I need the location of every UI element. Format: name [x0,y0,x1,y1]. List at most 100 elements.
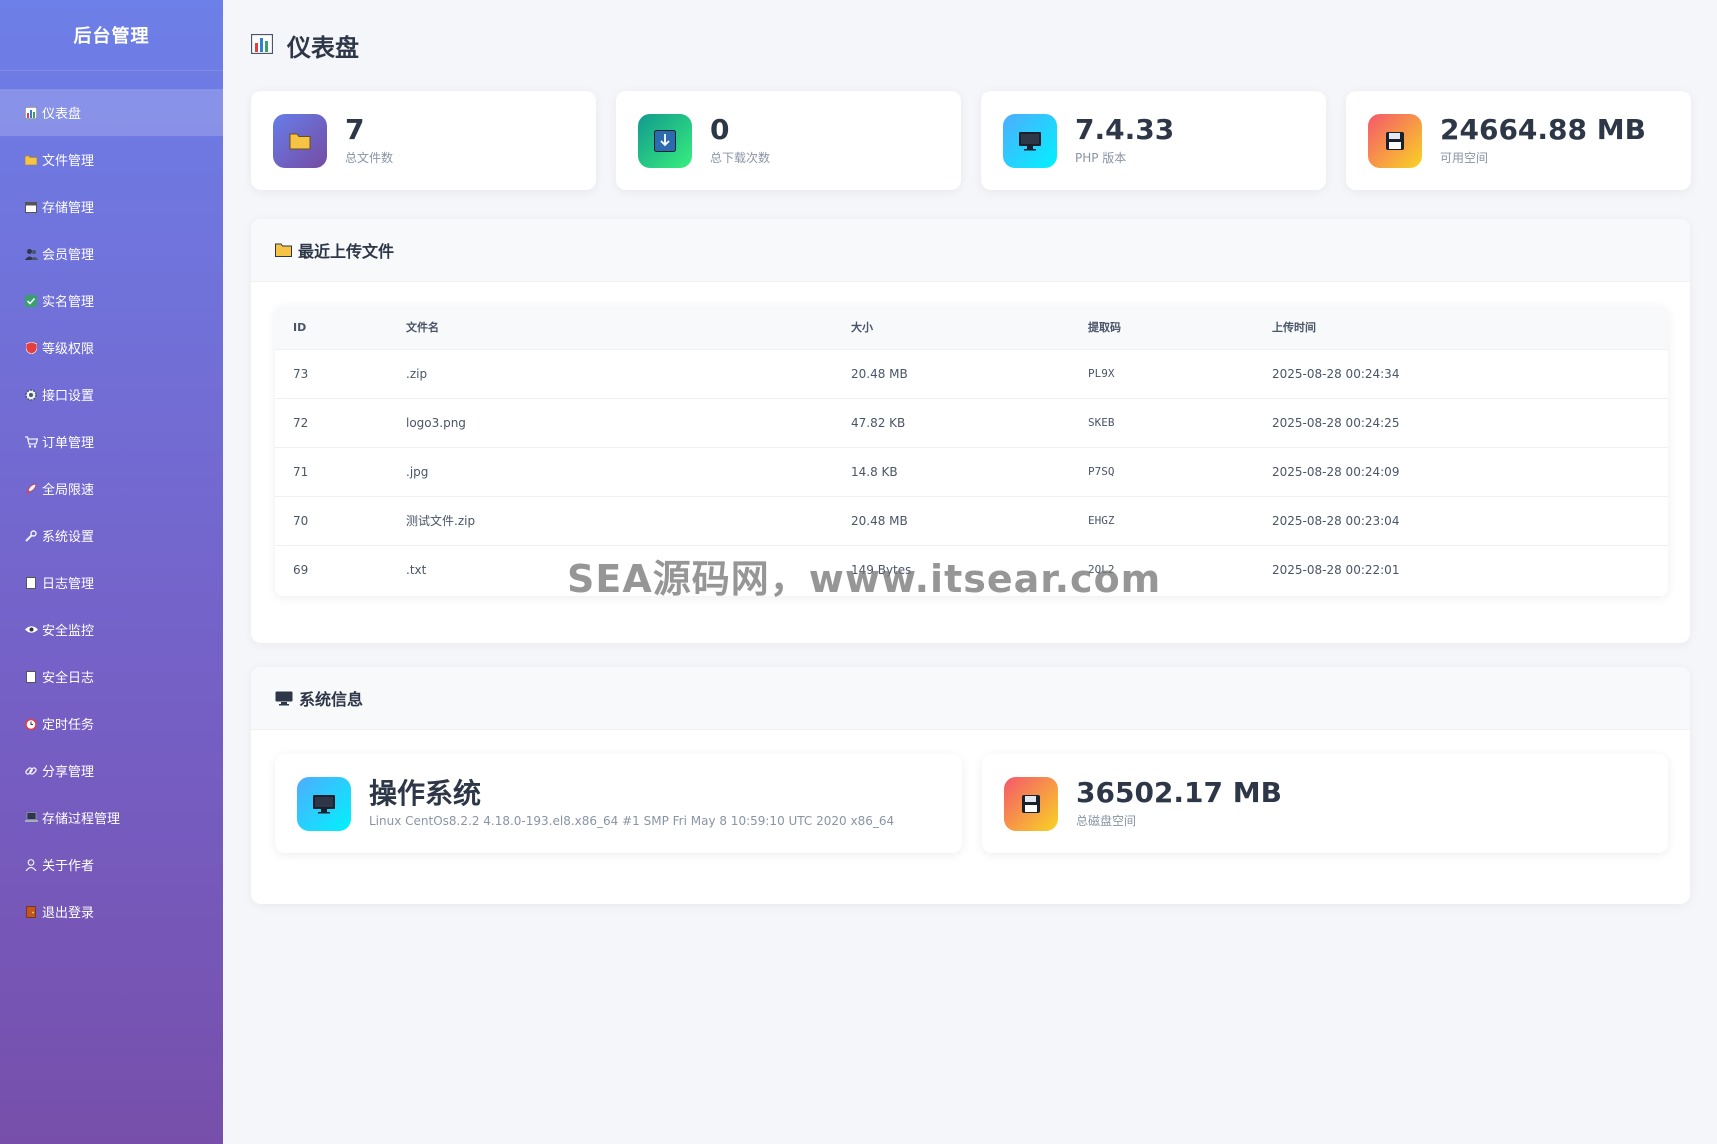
folder-icon [273,113,327,168]
sidebar-item-label: 安全监控 [42,624,95,639]
sidebar-item-logs[interactable]: 日志管理 [0,559,223,606]
sidebar-item-label: 存储管理 [42,201,95,216]
bar-chart-icon [250,32,274,60]
sidebar-item-security-monitor[interactable]: 安全监控 [0,606,223,653]
sidebar-item-levels[interactable]: 等级权限 [0,324,223,371]
sidebar-item-label: 等级权限 [42,342,95,357]
disk-value: 36502.17 MB [1076,775,1282,809]
folder-icon [275,243,292,257]
check-box-icon [24,294,38,308]
stat-label: PHP 版本 [1075,151,1127,166]
document-icon [24,576,38,590]
page-title: 仪表盘 [250,28,359,63]
watermark: SEA源码网，www.itsear.com [567,557,1162,601]
wrench-icon [24,529,38,543]
rocket-icon [24,482,38,496]
sidebar-item-members[interactable]: 会员管理 [0,230,223,277]
laptop-icon [24,811,38,825]
sidebar-item-realname[interactable]: 实名管理 [0,277,223,324]
sidebar-item-storage[interactable]: 存储管理 [0,183,223,230]
stat-value: 7 [345,112,365,146]
stat-label: 总下载次数 [710,151,771,166]
cell-code: P7SQ [1088,446,1272,496]
users-icon [24,247,38,261]
sidebar-item-label: 实名管理 [42,295,95,310]
table-row[interactable]: 70 测试文件.zip 20.48 MB EHGZ 2025-08-28 00:… [275,495,1668,545]
sidebar-item-label: 日志管理 [42,577,95,592]
cell-code: SKEB [1088,397,1272,447]
sidebar-item-cron[interactable]: 定时任务 [0,700,223,747]
sidebar-item-label: 分享管理 [42,765,95,780]
shield-icon [24,341,38,355]
sidebar-item-orders[interactable]: 订单管理 [0,418,223,465]
cell-filename: logo3.png [406,397,851,447]
user-icon [24,858,38,872]
page-title-text: 仪表盘 [287,34,359,62]
stat-label: 可用空间 [1440,151,1489,166]
cell-filename: .zip [406,348,851,398]
sidebar-item-settings[interactable]: 系统设置 [0,512,223,559]
column-header: 提取码 [1088,321,1121,335]
floppy-disk-icon [1368,113,1422,168]
stat-card-php: 7.4.33 PHP 版本 [981,91,1326,190]
stat-card-files: 7 总文件数 [251,91,596,190]
cell-time: 2025-08-28 00:23:04 [1272,495,1668,545]
panel-title: 最近上传文件 [298,242,395,261]
gear-icon [24,388,38,402]
sidebar: 后台管理 仪表盘 文件管理 存储管理 会员管理 实名管理 等级权限 接口设置 订… [0,0,223,1144]
door-icon [24,905,38,919]
document-icon [24,670,38,684]
sidebar-item-label: 文件管理 [42,154,95,169]
panel-header: 最近上传文件 [251,219,1690,282]
sidebar-item-security-log[interactable]: 安全日志 [0,653,223,700]
sidebar-item-about[interactable]: 关于作者 [0,841,223,888]
cell-size: 14.8 KB [851,446,1088,496]
sidebar-item-label: 定时任务 [42,718,95,733]
table-row[interactable]: 73 .zip 20.48 MB PL9X 2025-08-28 00:24:3… [275,348,1668,398]
link-icon [24,764,38,778]
disk-label: 总磁盘空间 [1076,814,1137,829]
table-row[interactable]: 72 logo3.png 47.82 KB SKEB 2025-08-28 00… [275,397,1668,447]
sidebar-item-label: 订单管理 [42,436,95,451]
stat-card-downloads: 0 总下载次数 [616,91,961,190]
cell-code: EHGZ [1088,495,1272,545]
monitor-icon [275,691,293,706]
cell-time: 2025-08-28 00:24:25 [1272,397,1668,447]
column-header: ID [293,320,307,334]
sidebar-item-label: 会员管理 [42,248,95,263]
sidebar-nav: 仪表盘 文件管理 存储管理 会员管理 实名管理 等级权限 接口设置 订单管理 全… [0,89,223,935]
sidebar-item-files[interactable]: 文件管理 [0,136,223,183]
bar-chart-icon [24,106,38,120]
download-icon [638,113,692,168]
cell-time: 2025-08-28 00:24:09 [1272,446,1668,496]
cell-code: PL9X [1088,348,1272,398]
sidebar-item-label: 存储过程管理 [42,812,121,827]
cell-size: 20.48 MB [851,348,1088,398]
cell-id: 69 [275,544,406,594]
sidebar-item-share[interactable]: 分享管理 [0,747,223,794]
panel-header: 系统信息 [251,667,1690,730]
sidebar-item-logout[interactable]: 退出登录 [0,888,223,935]
sidebar-item-procedures[interactable]: 存储过程管理 [0,794,223,841]
sidebar-item-api[interactable]: 接口设置 [0,371,223,418]
sidebar-item-label: 关于作者 [42,859,95,874]
column-header: 大小 [851,321,873,335]
monitor-icon [1003,113,1057,168]
cell-time: 2025-08-28 00:22:01 [1272,544,1668,594]
cell-id: 73 [275,348,406,398]
table-row[interactable]: 71 .jpg 14.8 KB P7SQ 2025-08-28 00:24:09 [275,446,1668,496]
os-card: 操作系统 Linux CentOs8.2.2 4.18.0-193.el8.x8… [275,754,962,853]
cell-id: 71 [275,446,406,496]
panel-title: 系统信息 [299,690,364,709]
sidebar-item-dashboard[interactable]: 仪表盘 [0,89,223,136]
stat-value: 7.4.33 [1075,112,1175,146]
cell-size: 20.48 MB [851,495,1088,545]
sidebar-item-label: 全局限速 [42,483,95,498]
cell-filename: 测试文件.zip [406,495,851,545]
stats-row: 7 总文件数 0 总下载次数 7.4.33 PHP 版本 24664.88 MB… [251,91,1691,190]
stat-label: 总文件数 [345,151,394,166]
sidebar-item-label: 仪表盘 [42,107,82,122]
disk-card: 36502.17 MB 总磁盘空间 [982,754,1668,853]
cell-size: 47.82 KB [851,397,1088,447]
sidebar-item-speed[interactable]: 全局限速 [0,465,223,512]
